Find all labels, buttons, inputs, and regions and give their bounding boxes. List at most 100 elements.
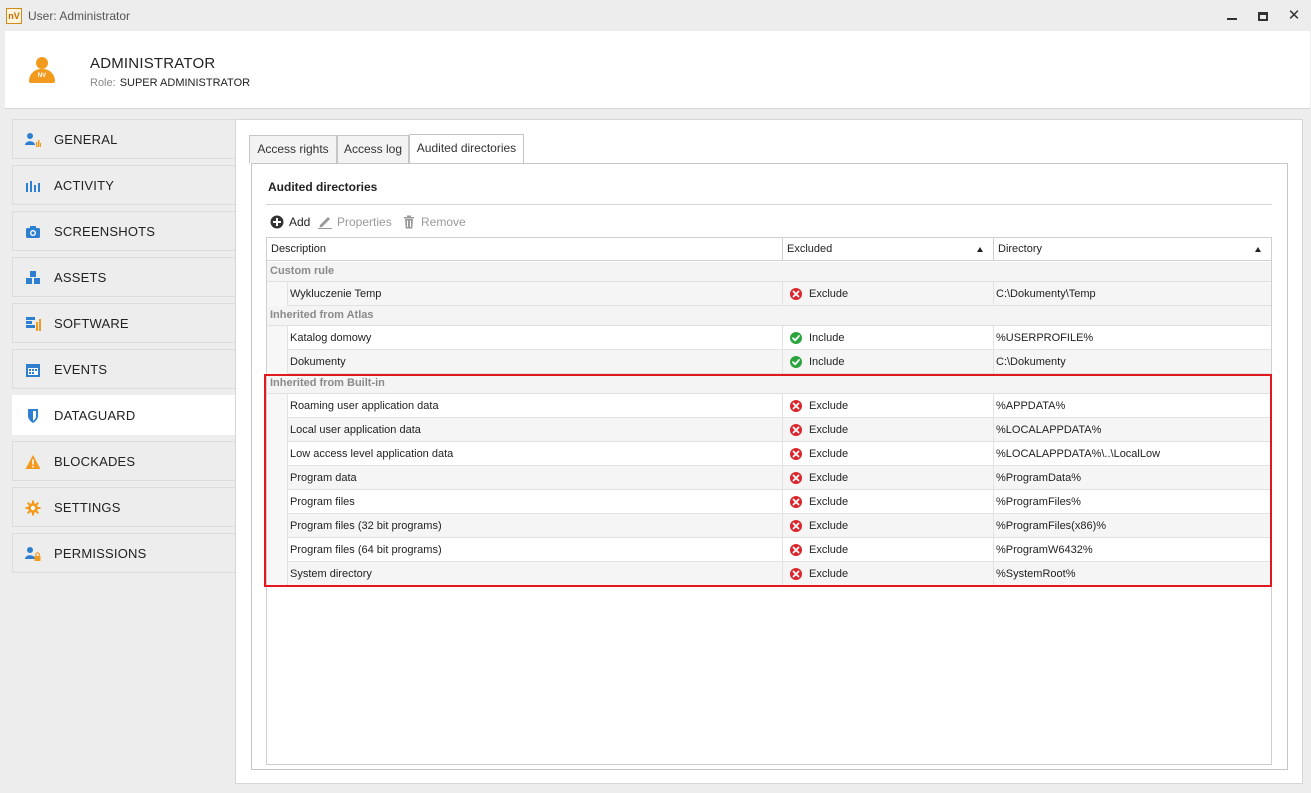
status-label: Exclude <box>809 520 849 532</box>
row-indent <box>267 490 288 514</box>
table-row[interactable]: Program data Exclude %ProgramData% <box>267 466 1271 490</box>
sidebar-item-label: ACTIVITY <box>54 178 115 193</box>
description-cell: Wykluczenie Temp <box>288 282 783 306</box>
table-row[interactable]: Program files Exclude %ProgramFiles% <box>267 490 1271 514</box>
row-indent <box>267 418 288 442</box>
excluded-cell: Exclude <box>783 562 994 586</box>
group-label: Inherited from Atlas <box>270 309 374 321</box>
directory-cell: C:\Dokumenty <box>996 356 1066 368</box>
minimize-icon <box>1227 18 1237 20</box>
sidebar-item-label: SOFTWARE <box>54 316 129 331</box>
sidebar-item-activity[interactable]: ACTIVITY <box>12 165 235 205</box>
title-bar: nV User: Administrator ✕ <box>0 0 1311 31</box>
divider <box>266 204 1272 205</box>
excluded-cell: Exclude <box>783 394 994 418</box>
status-label: Exclude <box>809 448 849 460</box>
tab-audited-directories[interactable]: Audited directories <box>409 134 524 164</box>
add-button[interactable]: Add <box>270 213 316 231</box>
row-indent <box>267 538 288 562</box>
exclude-icon <box>790 448 802 460</box>
exclude-icon <box>790 400 802 412</box>
table-row[interactable]: Katalog domowy Include %USERPROFILE% <box>267 326 1271 350</box>
excluded-cell: Include <box>783 326 994 350</box>
description-cell: Low access level application data <box>288 442 783 466</box>
sidebar-item-software[interactable]: SOFTWARE <box>12 303 235 343</box>
role-value: SUPER ADMINISTRATOR <box>119 77 251 89</box>
column-header-directory[interactable]: Directory <box>994 238 1271 261</box>
exclude-icon <box>790 288 802 300</box>
status-label: Include <box>809 356 845 368</box>
directory-cell: %ProgramData% <box>996 472 1081 484</box>
column-header-label: Excluded <box>787 243 833 255</box>
column-header-description[interactable]: Description <box>267 238 783 261</box>
table-row[interactable]: Program files (32 bit programs) Exclude %P… <box>267 514 1271 538</box>
tab-access-rights[interactable]: Access rights <box>249 135 337 163</box>
table-row[interactable]: Low access level application data Exclude… <box>267 442 1271 466</box>
description-cell: Program files (32 bit programs) <box>288 514 783 538</box>
status-label: Exclude <box>809 472 849 484</box>
sidebar-item-settings[interactable]: SETTINGS <box>12 487 235 527</box>
window-title: User: Administrator <box>28 9 131 23</box>
maximize-button[interactable] <box>1253 6 1273 26</box>
audited-directories-panel: Audited directories Add Properties Remov… <box>251 163 1288 770</box>
sidebar-item-screenshots[interactable]: SCREENSHOTS <box>12 211 235 251</box>
directory-cell: %ProgramFiles(x86)% <box>996 520 1107 532</box>
sidebar-item-permissions[interactable]: PERMISSIONS <box>12 533 235 573</box>
excluded-cell: Exclude <box>783 538 994 562</box>
description-cell: Roaming user application data <box>288 394 783 418</box>
camera-icon <box>26 226 40 238</box>
tab-access-log[interactable]: Access log <box>337 135 409 163</box>
avatar: NV <box>27 55 57 87</box>
sidebar-item-dataguard[interactable]: DATAGUARD <box>12 395 235 435</box>
avatar-head <box>36 57 48 69</box>
minimize-button[interactable] <box>1222 6 1242 26</box>
description-cell: Dokumenty <box>288 350 783 374</box>
close-button[interactable]: ✕ <box>1284 6 1304 26</box>
properties-button[interactable]: Properties <box>318 213 398 231</box>
sidebar-item-general[interactable]: GENERAL <box>12 119 235 159</box>
table-row[interactable]: System directory Exclude %SystemRoot% <box>267 562 1271 586</box>
group-row[interactable]: Inherited from Atlas <box>267 306 1271 326</box>
exclude-icon <box>790 544 802 556</box>
description-cell: Program data <box>288 466 783 490</box>
status-label: Exclude <box>809 544 849 556</box>
pencil-icon <box>318 217 332 229</box>
table-row[interactable]: Wykluczenie Temp Exclude C:\Dokumenty\Temp <box>267 282 1271 306</box>
sidebar-item-label: ASSETS <box>54 270 107 285</box>
user-name: ADMINISTRATOR <box>90 55 216 72</box>
maximize-icon <box>1258 12 1268 21</box>
sidebar-item-events[interactable]: EVENTS <box>12 349 235 389</box>
remove-button[interactable]: Remove <box>402 213 468 231</box>
shield-icon <box>28 409 38 423</box>
cubes-icon <box>26 271 40 284</box>
table-row[interactable]: Roaming user application data Exclude %APP… <box>267 394 1271 418</box>
exclude-icon <box>790 568 802 580</box>
column-header-excluded[interactable]: Excluded <box>783 238 994 261</box>
sidebar-item-label: SETTINGS <box>54 500 121 515</box>
table-row[interactable]: Dokumenty Include C:\Dokumenty <box>267 350 1271 374</box>
group-row[interactable]: Custom rule <box>267 262 1271 282</box>
excluded-cell: Exclude <box>783 490 994 514</box>
software-icon <box>26 317 41 331</box>
description-cell: Program files (64 bit programs) <box>288 538 783 562</box>
table-row[interactable]: Local user application data Exclude %LOCAL… <box>267 418 1271 442</box>
exclude-icon <box>790 472 802 484</box>
row-indent <box>267 326 288 350</box>
sidebar-item-blockades[interactable]: BLOCKADES <box>12 441 235 481</box>
status-label: Include <box>809 332 845 344</box>
group-row[interactable]: Inherited from Built-in <box>267 374 1271 394</box>
sidebar-item-label: EVENTS <box>54 362 108 377</box>
directory-cell: %LOCALAPPDATA%\..\LocalLow <box>996 448 1161 460</box>
table-row[interactable]: Program files (64 bit programs) Exclude %P… <box>267 538 1271 562</box>
description-cell: System directory <box>288 562 783 586</box>
exclude-icon <box>790 424 802 436</box>
description-cell: Program files <box>288 490 783 514</box>
directory-cell: %LOCALAPPDATA% <box>996 424 1102 436</box>
sidebar-item-label: PERMISSIONS <box>54 546 147 561</box>
sidebar-item-assets[interactable]: ASSETS <box>12 257 235 297</box>
sidebar-item-label: SCREENSHOTS <box>54 224 156 239</box>
directory-cell: %USERPROFILE% <box>996 332 1094 344</box>
bar-chart-icon <box>26 181 40 192</box>
sidebar-item-label: GENERAL <box>54 132 118 147</box>
row-indent <box>267 350 288 374</box>
